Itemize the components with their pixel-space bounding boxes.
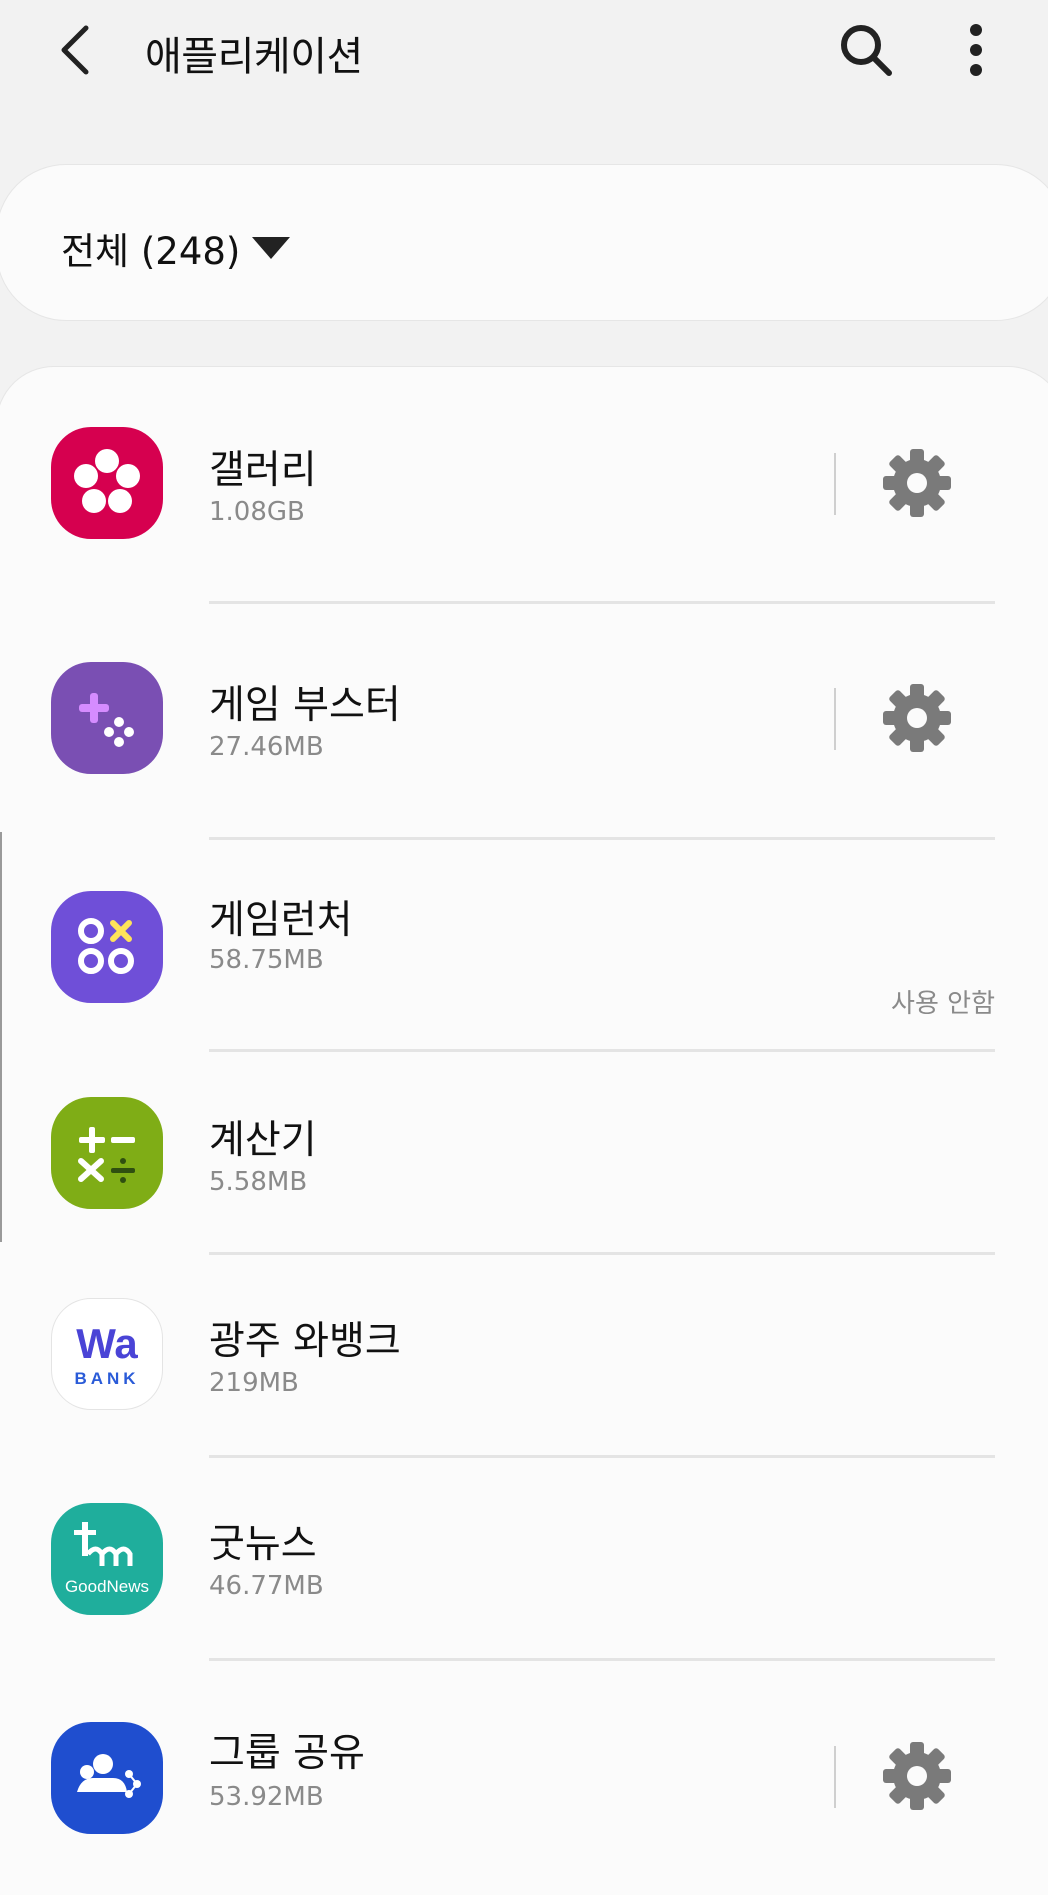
app-settings-button[interactable] bbox=[877, 443, 957, 523]
back-arrow-icon bbox=[61, 25, 89, 75]
app-size: 1.08GB bbox=[209, 497, 305, 527]
gear-icon bbox=[883, 1742, 951, 1810]
status-badge: 사용 안함 bbox=[891, 989, 995, 1019]
app-name: 게임런처 bbox=[209, 898, 353, 943]
filter-dropdown[interactable]: 전체 (248) bbox=[0, 164, 1048, 321]
app-row-game-launcher[interactable]: 게임런처 58.75MB 사용 안함 bbox=[0, 839, 1045, 1052]
game-booster-icon bbox=[51, 662, 163, 774]
app-size: 46.77MB bbox=[209, 1571, 324, 1601]
app-name: 그룹 공유 bbox=[209, 1731, 365, 1776]
app-row-goodnews[interactable]: GoodNews 굿뉴스 46.77MB bbox=[0, 1457, 1045, 1661]
top-app-bar: 애플리케이션 bbox=[0, 0, 1048, 110]
app-name: 게임 부스터 bbox=[209, 683, 401, 728]
app-name: 광주 와뱅크 bbox=[209, 1319, 401, 1364]
search-icon bbox=[841, 25, 892, 76]
divider bbox=[834, 453, 836, 515]
app-size: 5.58MB bbox=[209, 1167, 308, 1197]
goodnews-icon: GoodNews bbox=[51, 1503, 163, 1615]
app-name: 계산기 bbox=[209, 1118, 317, 1163]
wabank-icon: Wa BANK bbox=[51, 1298, 163, 1410]
game-launcher-icon bbox=[51, 891, 163, 1003]
svg-text:BANK: BANK bbox=[74, 1369, 139, 1388]
app-name: 굿뉴스 bbox=[209, 1522, 317, 1567]
app-settings-button[interactable] bbox=[877, 1736, 957, 1816]
gear-icon bbox=[883, 684, 951, 752]
app-row-group-share[interactable]: 그룹 공유 53.92MB bbox=[0, 1660, 1045, 1890]
more-options-button[interactable] bbox=[952, 18, 1000, 82]
divider bbox=[834, 688, 836, 750]
scroll-edge-indicator bbox=[0, 832, 2, 1242]
svg-text:Wa: Wa bbox=[76, 1320, 138, 1367]
app-size: 58.75MB bbox=[209, 945, 324, 975]
page-title: 애플리케이션 bbox=[145, 34, 363, 80]
app-size: 219MB bbox=[209, 1368, 299, 1398]
more-vertical-icon bbox=[970, 24, 982, 76]
svg-text:GoodNews: GoodNews bbox=[65, 1577, 149, 1596]
back-button[interactable] bbox=[48, 18, 104, 82]
divider bbox=[834, 1746, 836, 1808]
gear-icon bbox=[883, 449, 951, 517]
filter-label: 전체 (248) bbox=[61, 230, 241, 273]
group-share-icon bbox=[51, 1722, 163, 1834]
app-list: 갤러리 1.08GB 게임 부스터 27.46MB 게임런처 58.75MB 사… bbox=[0, 366, 1048, 1895]
calculator-icon bbox=[51, 1097, 163, 1209]
triangle-down-icon bbox=[252, 237, 290, 259]
app-row-wabank[interactable]: Wa BANK 광주 와뱅크 219MB bbox=[0, 1254, 1045, 1458]
app-name: 갤러리 bbox=[209, 448, 317, 493]
app-row-calculator[interactable]: 계산기 5.58MB bbox=[0, 1051, 1045, 1255]
app-size: 27.46MB bbox=[209, 732, 324, 762]
search-button[interactable] bbox=[832, 18, 900, 82]
gallery-flower-icon bbox=[51, 427, 163, 539]
app-settings-button[interactable] bbox=[877, 678, 957, 758]
app-size: 53.92MB bbox=[209, 1782, 324, 1812]
app-row-gallery[interactable]: 갤러리 1.08GB bbox=[0, 367, 1045, 604]
app-row-game-booster[interactable]: 게임 부스터 27.46MB bbox=[0, 604, 1045, 840]
